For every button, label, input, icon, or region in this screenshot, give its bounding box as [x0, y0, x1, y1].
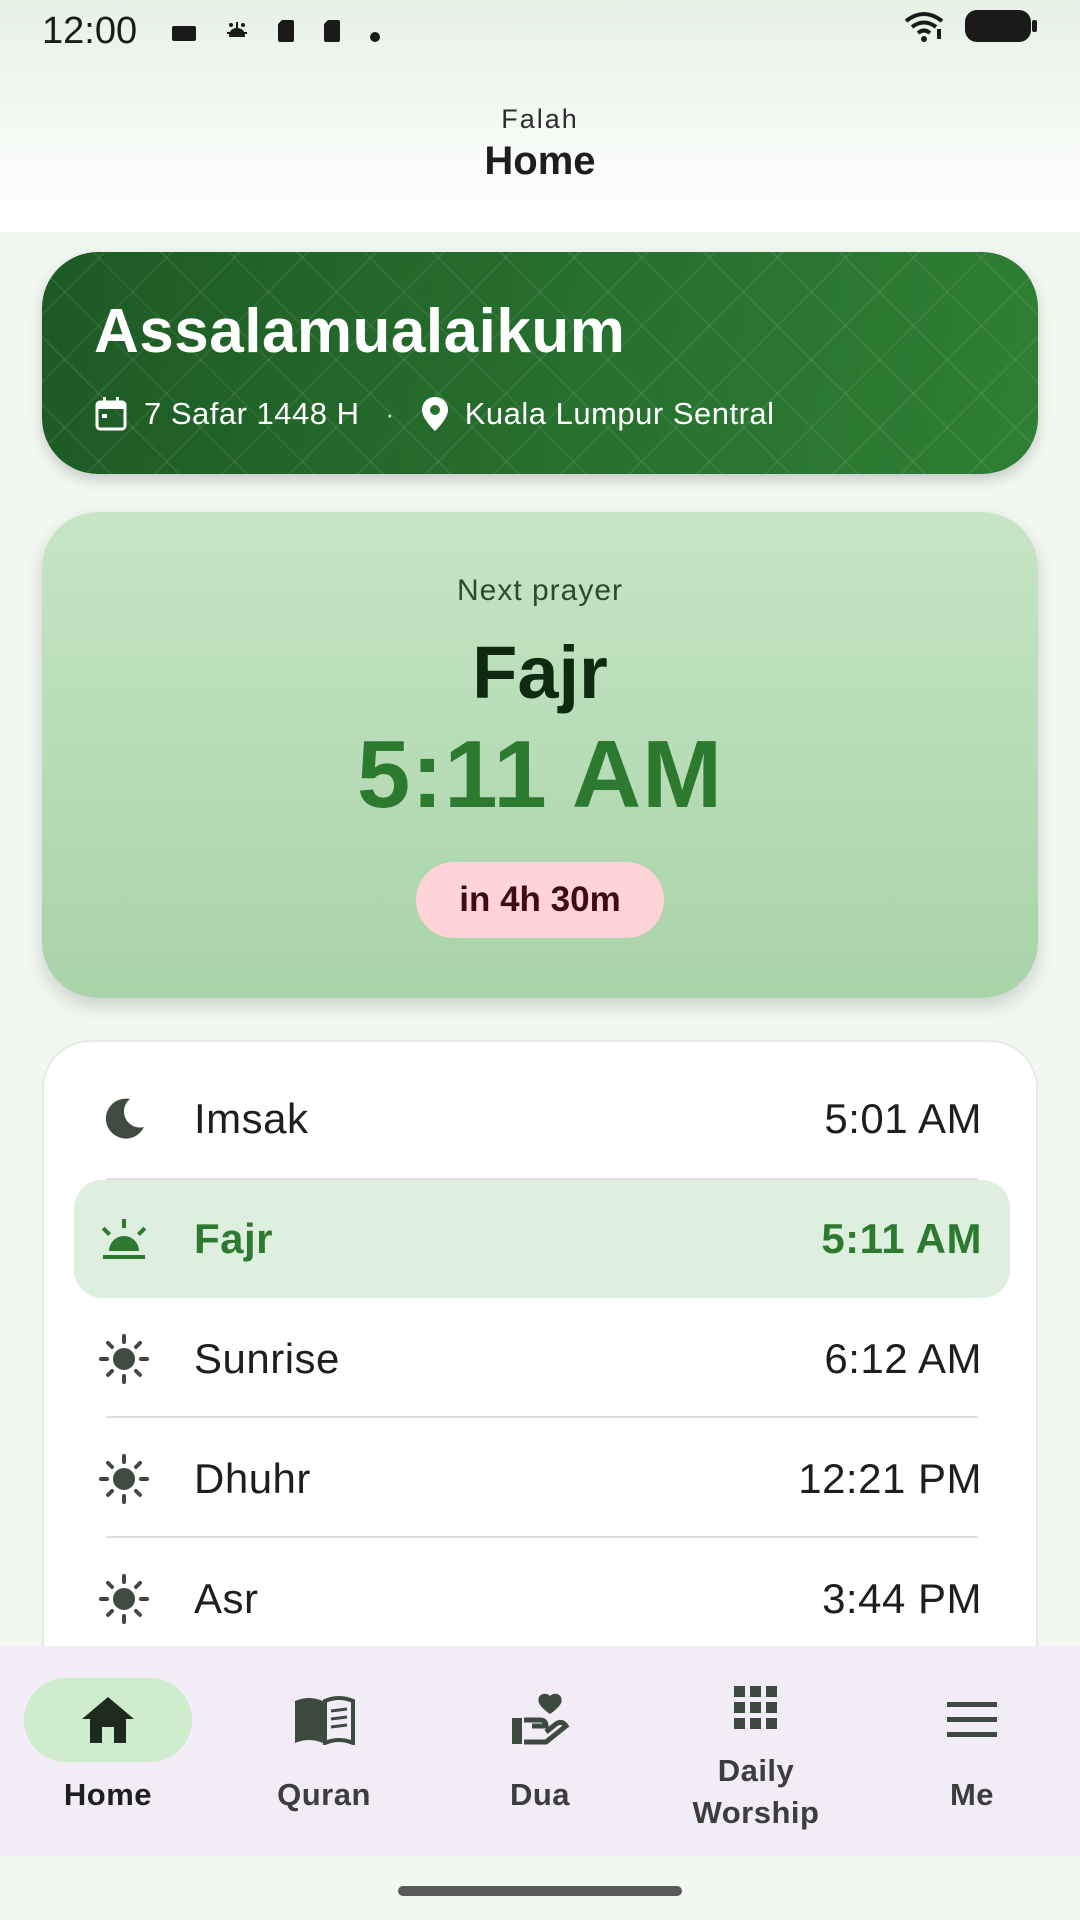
prayer-row-asr[interactable]: Asr 3:44 PM — [74, 1540, 1010, 1658]
greeting-card: Assalamualaikum 7 Safar 1448 H · Kuala L… — [42, 252, 1038, 474]
nav-label: Home — [63, 1777, 153, 1812]
prayer-row-imsak[interactable]: Imsak 5:01 AM — [74, 1060, 1010, 1178]
status-bar: 12:00 — [0, 0, 1080, 62]
sd-card-icon — [277, 10, 295, 53]
next-prayer-label: Next prayer — [456, 574, 624, 607]
sun-icon — [98, 1573, 150, 1625]
meta-separator: · — [385, 398, 395, 429]
app-screen: Falah Home 12:00 Assalamualaikum 7 Safar… — [0, 0, 1080, 1920]
sunrise-horizon-icon — [98, 1213, 150, 1265]
prayer-row-dhuhr[interactable]: Dhuhr 12:21 PM — [74, 1420, 1010, 1538]
hijri-date: 7 Safar 1448 H — [144, 396, 360, 431]
greeting-meta: 7 Safar 1448 H · Kuala Lumpur Sentral — [94, 392, 775, 436]
nav-label: Dua — [509, 1777, 571, 1812]
hand-heart-icon — [508, 1688, 572, 1752]
notification-icon — [171, 10, 197, 53]
prayer-name: Sunrise — [194, 1335, 340, 1382]
location-name: Kuala Lumpur Sentral — [464, 396, 775, 431]
location-pin-icon — [421, 396, 449, 432]
system-gesture-area — [0, 1856, 1080, 1920]
prayer-time: 6:12 AM — [824, 1335, 982, 1382]
menu-icon — [940, 1688, 1004, 1752]
app-name: Falah — [501, 104, 579, 134]
prayer-time: 5:01 AM — [824, 1095, 982, 1142]
next-prayer-name: Fajr — [472, 631, 608, 714]
status-icons-right — [904, 8, 1038, 54]
status-icons-left — [171, 10, 381, 53]
moon-icon — [98, 1093, 150, 1145]
list-divider — [106, 1536, 978, 1538]
greeting-text: Assalamualaikum — [94, 297, 626, 366]
nav-label: Daily Worship — [692, 1753, 820, 1830]
nav-home[interactable]: Home — [0, 1646, 216, 1856]
prayer-row-fajr[interactable]: Fajr 5:11 AM — [74, 1180, 1010, 1298]
sd-card-icon — [323, 10, 341, 53]
nav-dua[interactable]: Dua — [432, 1646, 648, 1856]
calendar-icon — [94, 396, 128, 432]
nav-label: Quran — [277, 1777, 371, 1812]
nav-daily-worship[interactable]: Daily Worship — [648, 1646, 864, 1856]
prayer-times-list: Imsak 5:01 AM Fajr 5:11 AM Sunrise 6:12 … — [42, 1040, 1038, 1740]
wifi-icon — [904, 10, 944, 53]
next-prayer-card[interactable]: Next prayer Fajr 5:11 AM in 4h 30m — [42, 512, 1038, 998]
prayer-name: Dhuhr — [194, 1455, 311, 1502]
prayer-time: 12:21 PM — [798, 1455, 982, 1502]
page-title: Home — [484, 139, 596, 183]
nav-me[interactable]: Me — [864, 1646, 1080, 1856]
countdown-badge: in 4h 30m — [416, 862, 664, 938]
sun-icon — [98, 1333, 150, 1385]
book-icon — [292, 1688, 356, 1752]
prayer-name: Asr — [194, 1575, 259, 1622]
prayer-row-sunrise[interactable]: Sunrise 6:12 AM — [74, 1300, 1010, 1418]
gesture-handle[interactable] — [398, 1886, 682, 1896]
list-divider — [106, 1416, 978, 1418]
sun-icon — [98, 1453, 150, 1505]
next-prayer-time: 5:11 AM — [356, 721, 724, 828]
nav-label: Me — [949, 1777, 995, 1812]
bottom-navigation-bar: Home Quran Dua Daily Worship Me — [0, 1646, 1080, 1856]
battery-icon — [964, 8, 1038, 54]
status-time: 12:00 — [42, 9, 138, 52]
prayer-time: 3:44 PM — [822, 1575, 982, 1622]
nav-quran[interactable]: Quran — [216, 1646, 432, 1856]
prayer-name: Imsak — [194, 1095, 309, 1142]
home-icon — [76, 1688, 140, 1752]
dot-icon — [369, 10, 381, 53]
android-icon — [225, 10, 249, 53]
prayer-name: Fajr — [194, 1215, 274, 1262]
prayer-time: 5:11 AM — [821, 1215, 982, 1262]
header-titles: Falah Home — [0, 104, 1080, 184]
grid-icon — [724, 1676, 788, 1740]
